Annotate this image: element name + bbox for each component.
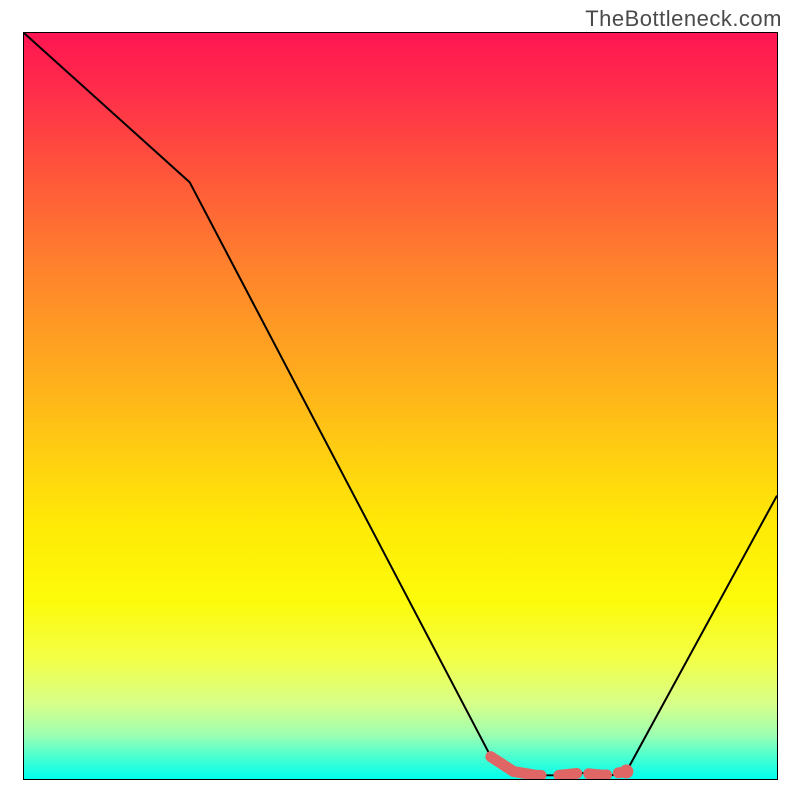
bottleneck-curve bbox=[24, 33, 777, 775]
chart-plot-area bbox=[23, 32, 778, 780]
highlight-dot-icon bbox=[619, 765, 633, 779]
highlight-segment bbox=[491, 757, 627, 776]
chart-svg bbox=[24, 33, 777, 779]
watermark-text: TheBottleneck.com bbox=[585, 6, 782, 32]
